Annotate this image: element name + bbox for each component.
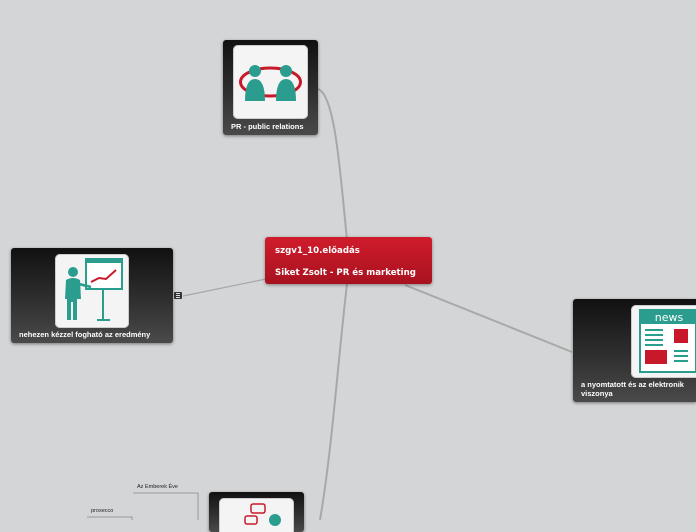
newspaper-icon: news bbox=[639, 309, 696, 373]
topic-node-result[interactable]: nehezen kézzel fogható az eredmény bbox=[11, 248, 173, 343]
news-icon-tile: news bbox=[631, 305, 696, 378]
topic-node-chat[interactable] bbox=[209, 492, 304, 532]
connector-to-result bbox=[182, 278, 267, 297]
node-label-news-2: viszonya bbox=[581, 389, 613, 398]
result-icon-tile bbox=[55, 254, 129, 328]
chat-person-icon bbox=[244, 503, 281, 526]
svg-text:news: news bbox=[655, 311, 684, 324]
node-label-pr: PR - public relations bbox=[231, 122, 304, 131]
node-label-news-1: a nyomtatott és az elektronik bbox=[581, 380, 684, 389]
presentation-icon bbox=[65, 258, 123, 321]
connector-to-bottom bbox=[319, 283, 348, 520]
topic-node-pr[interactable]: PR - public relations bbox=[223, 40, 318, 135]
central-title: szgv1_10.előadás bbox=[275, 246, 360, 256]
subtopic-prosecco[interactable]: prosecco bbox=[91, 508, 113, 514]
central-topic[interactable]: szgv1_10.előadás Siket Zsolt - PR és mar… bbox=[265, 237, 432, 284]
subtopic-emberek[interactable]: Az Emberek Éve bbox=[137, 484, 178, 490]
central-subtitle: Siket Zsolt - PR és marketing bbox=[275, 268, 416, 278]
note-icon[interactable] bbox=[174, 292, 182, 299]
node-label-result: nehezen kézzel fogható az eredmény bbox=[19, 330, 151, 339]
connector-to-news bbox=[404, 284, 573, 353]
people-circle-icon bbox=[239, 65, 302, 101]
pr-icon-tile bbox=[233, 45, 308, 119]
topic-node-news[interactable]: news a nyomtatott és az elektronik viszo… bbox=[573, 299, 696, 402]
chat-icon-tile bbox=[219, 498, 294, 532]
connector-to-pr bbox=[317, 88, 348, 241]
connector-bottom-branch-1 bbox=[133, 492, 199, 520]
